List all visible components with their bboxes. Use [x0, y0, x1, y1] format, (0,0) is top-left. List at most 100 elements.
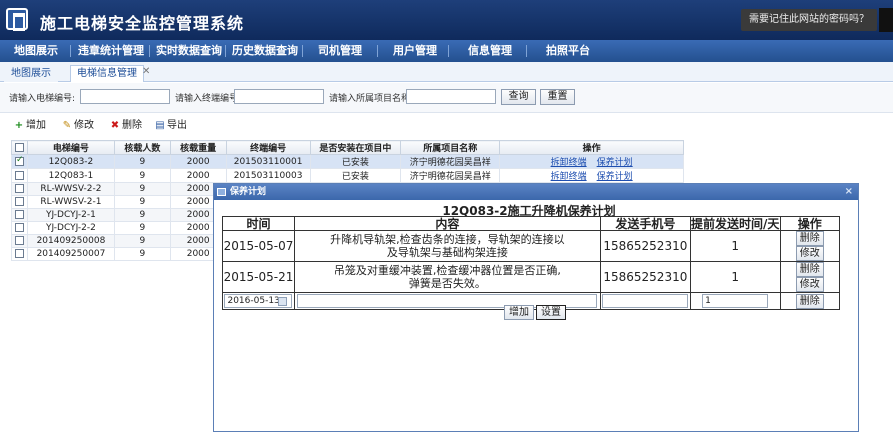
calendar-icon[interactable] — [278, 297, 288, 306]
plan-content-line: 弹簧是否失效。 — [408, 277, 486, 290]
nav-item-violations[interactable]: 违章统计管理 — [78, 40, 144, 62]
plan-header: 时间 内容 发送手机号 提前发送时间/天 操作 — [222, 216, 840, 231]
nav-item-photo[interactable]: 拍照平台 — [546, 40, 590, 62]
set-plan-button[interactable]: 设置 — [536, 305, 566, 320]
export-button[interactable]: ▤ 导出 — [155, 119, 187, 133]
new-days-cell: 1 — [689, 292, 781, 310]
table-row[interactable]: 12Q083-1 9 2000 201503110003 已安装 济宁明德花园吴… — [11, 168, 684, 183]
cell-weight: 2000 — [169, 154, 227, 169]
maintenance-plan-link[interactable]: 保养计划 — [597, 172, 633, 182]
cell-project: 济宁明德花园吴昌祥 — [400, 154, 501, 169]
tab-bar: 地图展示 电梯信息管理 ✕ — [0, 62, 893, 82]
row-checkbox[interactable] — [14, 170, 24, 180]
edit-plan-button[interactable]: 修改 — [795, 277, 824, 292]
dialog-header[interactable]: 保养计划 × — [214, 184, 858, 200]
cell-elevator-no: YJ-DCYJ-2-1 — [26, 208, 115, 222]
row-checkbox-cell[interactable] — [11, 154, 28, 169]
nav-separator — [149, 45, 150, 57]
nav-separator — [70, 45, 71, 57]
row-checkbox[interactable] — [14, 223, 24, 232]
remove-terminal-link[interactable]: 拆卸终端 — [551, 172, 587, 182]
search-bar: 请输入电梯编号: 请输入终端编号: 请输入所属项目名称: 查询 重置 — [0, 83, 893, 113]
row-checkbox-cell[interactable] — [11, 208, 28, 222]
plan-content-line: 升降机导轨架,检查齿条的连接，导轨架的连接以 — [330, 233, 565, 246]
cell-elevator-no: 201409250007 — [26, 247, 115, 261]
row-checkbox[interactable] — [14, 197, 24, 206]
nav-item-map[interactable]: 地图展示 — [14, 40, 58, 62]
cell-project: 济宁明德花园吴昌祥 — [400, 168, 501, 183]
elevator-no-input[interactable] — [80, 89, 170, 104]
project-input[interactable] — [406, 89, 496, 104]
row-checkbox[interactable] — [14, 184, 24, 193]
col-persons[interactable]: 核载人数 — [113, 140, 171, 155]
elevator-no-label: 请输入电梯编号: — [9, 94, 76, 104]
delete-plan-button[interactable]: 删除 — [795, 262, 824, 277]
delete-icon: ✖ — [110, 120, 120, 131]
nav-item-info[interactable]: 信息管理 — [468, 40, 512, 62]
app-logo-icon — [6, 8, 28, 31]
add-button[interactable]: + 增加 — [14, 119, 46, 133]
plan-content-line: 吊笼及对重缓冲装置,检查缓冲器位置是否正确, — [333, 264, 561, 277]
cell-actions: 拆卸终端 保养计划 — [499, 154, 684, 169]
new-phone-input[interactable] — [602, 294, 689, 308]
tab-map[interactable]: 地图展示 — [4, 65, 58, 82]
col-elevator-no[interactable]: 电梯编号 — [26, 140, 115, 155]
select-all-cell[interactable] — [11, 140, 28, 155]
col-actions[interactable]: 操作 — [499, 140, 684, 155]
row-checkbox-cell[interactable] — [11, 221, 28, 235]
remove-terminal-link[interactable]: 拆卸终端 — [551, 158, 587, 168]
reset-button[interactable]: 重置 — [540, 89, 575, 105]
col-project[interactable]: 所属项目名称 — [400, 140, 501, 155]
query-button[interactable]: 查询 — [501, 89, 536, 105]
row-checkbox-cell[interactable] — [11, 168, 28, 183]
new-days-input[interactable]: 1 — [702, 294, 769, 308]
plan-actions: 删除修改 — [779, 230, 840, 262]
tab-elevator-info[interactable]: 电梯信息管理 — [70, 65, 144, 82]
terminal-no-label: 请输入终端编号: — [175, 94, 242, 104]
edit-button[interactable]: ✎ 修改 — [62, 119, 94, 133]
row-checkbox-cell[interactable] — [11, 247, 28, 261]
nav-item-drivers[interactable]: 司机管理 — [318, 40, 362, 62]
dialog-buttons: 增加 设置 — [504, 305, 568, 320]
nav-item-realtime[interactable]: 实时数据查询 — [156, 40, 222, 62]
col-days: 提前发送时间/天 — [689, 216, 781, 231]
col-installed[interactable]: 是否安装在项目中 — [309, 140, 402, 155]
new-date-input[interactable]: 2016-05-13 — [224, 294, 293, 308]
col-weight[interactable]: 核载重量 — [169, 140, 227, 155]
edit-label: 修改 — [74, 120, 94, 131]
cell-installed: 已安装 — [309, 154, 402, 169]
delete-button[interactable]: ✖ 删除 — [110, 119, 142, 133]
cell-elevator-no: 12Q083-2 — [26, 154, 115, 169]
row-checkbox[interactable] — [14, 210, 24, 219]
nav-item-users[interactable]: 用户管理 — [393, 40, 437, 62]
cell-installed: 已安装 — [309, 168, 402, 183]
edit-plan-button[interactable]: 修改 — [795, 246, 824, 261]
terminal-no-input[interactable] — [234, 89, 324, 104]
row-checkbox[interactable] — [14, 236, 24, 245]
delete-plan-button[interactable]: 删除 — [795, 231, 824, 246]
save-password-prompt[interactable]: 需要记住此网站的密码吗？ — [741, 9, 877, 31]
plan-row: 2015-05-07 升降机导轨架,检查齿条的连接，导轨架的连接以 及导轨架与基础… — [222, 230, 840, 262]
cell-elevator-no: RL-WWSV-2-1 — [26, 195, 115, 209]
close-icon[interactable]: ✕ — [142, 66, 150, 77]
close-icon[interactable]: × — [845, 184, 853, 200]
row-checkbox[interactable] — [14, 249, 24, 258]
col-content: 内容 — [293, 216, 601, 231]
cell-persons: 9 — [113, 208, 171, 222]
add-plan-button[interactable]: 增加 — [504, 305, 534, 320]
table-row[interactable]: 12Q083-2 9 2000 201503110001 已安装 济宁明德花园吴… — [11, 154, 684, 169]
new-phone-cell — [599, 292, 691, 310]
row-checkbox[interactable] — [14, 155, 24, 166]
row-checkbox-cell[interactable] — [11, 182, 28, 196]
nav-item-history[interactable]: 历史数据查询 — [232, 40, 298, 62]
row-checkbox-cell[interactable] — [11, 234, 28, 248]
nav-separator — [302, 45, 303, 57]
plan-date: 2015-05-07 — [222, 230, 295, 262]
col-terminal[interactable]: 终端编号 — [225, 140, 311, 155]
maintenance-plan-link[interactable]: 保养计划 — [597, 158, 633, 168]
select-all-checkbox[interactable] — [14, 142, 24, 152]
row-checkbox-cell[interactable] — [11, 195, 28, 209]
toolbar: + 增加 ✎ 修改 ✖ 删除 ▤ 导出 — [0, 116, 893, 136]
delete-new-button[interactable]: 删除 — [795, 293, 824, 309]
nav-separator — [526, 45, 527, 57]
